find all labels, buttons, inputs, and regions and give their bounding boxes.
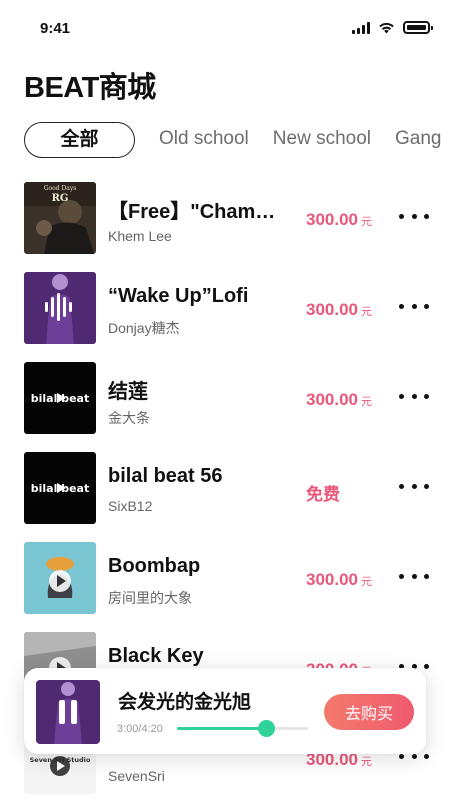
track-price: 300.00元 bbox=[306, 300, 372, 319]
tab-all[interactable]: 全部 bbox=[24, 122, 135, 158]
track-title: “Wake Up”Lofi bbox=[108, 285, 249, 307]
track-cover[interactable] bbox=[24, 542, 96, 614]
track-row[interactable]: “Wake Up”Lofi Donjay糖杰 300.00 元 bbox=[0, 270, 450, 360]
svg-text:Good Days: Good Days bbox=[44, 185, 77, 192]
status-icons bbox=[352, 21, 433, 34]
wifi-icon bbox=[379, 22, 394, 34]
track-row[interactable]: Good Days RG 【Free】"Champion" Khem Lee 3… bbox=[0, 180, 450, 270]
track-artist: SixB12 bbox=[108, 498, 153, 514]
track-row[interactable]: bilal beat bilal beat 56 SixB12 免费 bbox=[0, 450, 450, 540]
track-cover[interactable] bbox=[24, 272, 96, 344]
track-artist: Khem Lee bbox=[108, 228, 172, 244]
progress-bar[interactable] bbox=[177, 720, 308, 737]
track-artist: SevenSri bbox=[108, 768, 165, 784]
player-title: 会发光的金光旭 bbox=[118, 692, 252, 713]
status-bar: 9:41 bbox=[0, 0, 450, 56]
buy-button[interactable]: 去购买 bbox=[324, 694, 414, 730]
tab-old-school[interactable]: Old school bbox=[159, 122, 249, 158]
track-title: 结莲 bbox=[108, 381, 148, 403]
genre-tabs: 全部 Old school New school Gang bbox=[24, 122, 450, 158]
track-artist: 金大条 bbox=[108, 410, 150, 426]
track-row[interactable]: Boombap 房间里的大象 300.00 元 bbox=[0, 540, 450, 630]
track-price: 300.00元 bbox=[306, 390, 372, 409]
track-price: 300.00元 bbox=[306, 570, 372, 589]
track-artist: 房间里的大象 bbox=[108, 590, 192, 606]
progress-fill bbox=[177, 727, 268, 730]
track-title: Boombap bbox=[108, 555, 201, 577]
more-icon[interactable] bbox=[399, 566, 429, 586]
track-title: 【Free】"Champion" bbox=[108, 201, 284, 223]
tab-new-school[interactable]: New school bbox=[273, 122, 371, 158]
progress-thumb[interactable] bbox=[258, 720, 276, 737]
page-title: BEAT商城 bbox=[24, 72, 156, 104]
battery-icon bbox=[403, 21, 433, 34]
more-icon[interactable] bbox=[399, 386, 429, 406]
more-icon[interactable] bbox=[399, 206, 429, 226]
track-cover[interactable]: Good Days RG bbox=[24, 182, 96, 254]
more-icon[interactable] bbox=[399, 296, 429, 316]
track-price: 300.00元 bbox=[306, 210, 372, 229]
signal-icon bbox=[352, 21, 370, 34]
more-icon[interactable] bbox=[399, 476, 429, 496]
svg-text:RG: RG bbox=[52, 193, 69, 204]
track-title: bilal beat 56 bbox=[108, 465, 223, 487]
status-time: 9:41 bbox=[40, 20, 71, 37]
track-title: Black Key bbox=[108, 645, 204, 667]
mini-player[interactable]: 会发光的金光旭 3:00/4:20 去购买 bbox=[24, 668, 426, 754]
track-row[interactable]: bilal beat 结莲 金大条 300.00 元 bbox=[0, 360, 450, 450]
track-cover[interactable]: bilal beat bbox=[24, 362, 96, 434]
tab-gang[interactable]: Gang bbox=[395, 122, 441, 158]
track-artist: Donjay糖杰 bbox=[108, 320, 180, 336]
player-cover[interactable] bbox=[36, 680, 100, 744]
track-price: 免费 bbox=[306, 485, 340, 504]
player-time: 3:00/4:20 bbox=[117, 723, 163, 735]
track-cover[interactable]: bilal beat bbox=[24, 452, 96, 524]
